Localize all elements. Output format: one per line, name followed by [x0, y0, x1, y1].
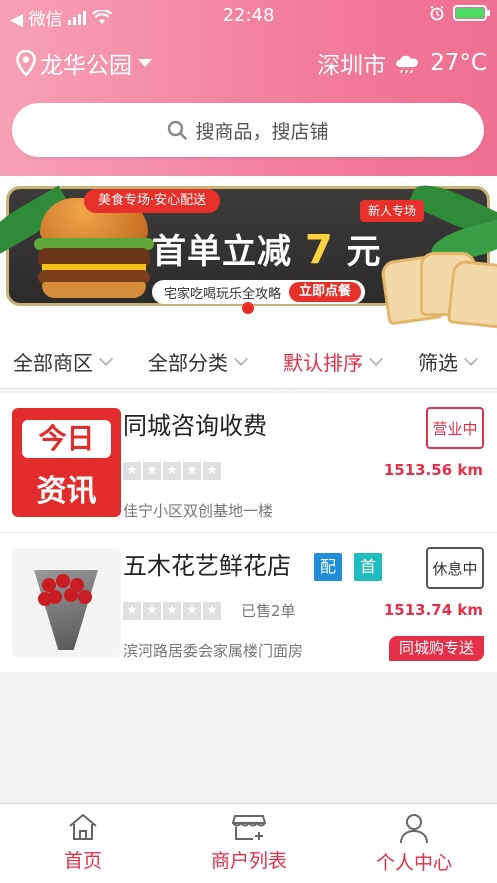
rating-stars: ★ ★ ★ ★ ★ [123, 462, 221, 480]
banner-title: 首单立减 7 元 [152, 227, 382, 273]
order-now-button[interactable]: 立即点餐 [289, 282, 362, 302]
logo-text-top: 今日 [22, 420, 111, 458]
delivery-badge: 配 [314, 553, 342, 581]
shop-card[interactable]: 五木花艺鲜花店 配 首 ★ ★ ★ ★ ★ 已售2单 1513.74 km 休息中 滨河… [0, 533, 497, 672]
chevron-down-icon [463, 351, 479, 366]
banner-tag-top: 美食专场·安心配送 [84, 189, 221, 213]
star-icon: ★ [183, 602, 201, 620]
shop-name: 五木花艺鲜花店 [123, 552, 291, 580]
chevron-down-icon [138, 59, 152, 67]
sold-count: 已售2单 [241, 602, 296, 620]
filter-screen[interactable]: 筛选 [418, 347, 479, 376]
store-icon [232, 815, 266, 840]
star-icon: ★ [203, 462, 221, 480]
first-order-badge: 首 [354, 553, 382, 581]
carousel-indicator[interactable] [242, 302, 254, 314]
user-icon [400, 814, 428, 844]
header: ◀ 微信 22:48 龙华公园 深圳市 27°C 搜商品，搜店铺 [0, 0, 497, 176]
shop-address: 滨河路居委会家属楼门面房 [123, 642, 304, 660]
status-badge: 营业中 [426, 407, 484, 449]
location-label: 龙华公园 [40, 53, 132, 79]
search-icon [168, 120, 188, 140]
tab-home[interactable]: 首页 [0, 812, 166, 873]
tab-bar: 首页 商户列表 个人中心 [0, 803, 497, 883]
shop-photo [12, 548, 121, 657]
star-icon: ★ [143, 602, 161, 620]
star-icon: ★ [183, 462, 201, 480]
tab-profile[interactable]: 个人中心 [331, 812, 497, 875]
star-icon: ★ [123, 462, 141, 480]
banner-tag-new: 新人专场 [360, 200, 425, 222]
search-placeholder: 搜商品，搜店铺 [195, 120, 329, 143]
delivery-tag: 同城购专送 [388, 636, 484, 661]
alarm-icon [430, 5, 444, 21]
chevron-down-icon [233, 351, 249, 366]
cloud-rain-icon [396, 55, 419, 74]
weather-widget: 深圳市 27°C [317, 46, 487, 80]
tab-merchant-list[interactable]: 商户列表 [166, 812, 332, 873]
shop-name: 同城咨询收费 [123, 412, 267, 440]
bread-image [446, 259, 497, 329]
filter-business-area[interactable]: 全部商区 [13, 347, 114, 376]
location-selector[interactable]: 龙华公园 [16, 46, 152, 80]
battery-icon [453, 5, 490, 21]
filter-category[interactable]: 全部分类 [148, 347, 249, 376]
burger-image [34, 198, 154, 298]
star-icon: ★ [123, 602, 141, 620]
filter-bar: 全部商区 全部分类 默认排序 筛选 [0, 331, 497, 389]
status-time: 22:48 [222, 5, 275, 26]
banner-title-unit: 元 [346, 232, 382, 272]
star-icon: ★ [203, 602, 221, 620]
status-bar: ◀ 微信 22:48 [0, 0, 497, 34]
filter-sort[interactable]: 默认排序 [283, 347, 384, 376]
shop-distance: 1513.74 km [383, 601, 483, 619]
chevron-down-icon [368, 351, 384, 366]
star-icon: ★ [143, 462, 161, 480]
home-icon [69, 814, 97, 840]
star-icon: ★ [163, 602, 181, 620]
shop-card[interactable]: 今日 资讯 同城咨询收费 ★ ★ ★ ★ ★ 1513.56 km 营业中 佳宁小区双创… [0, 393, 497, 532]
logo-text-bottom: 资讯 [36, 474, 97, 509]
rating-stars: ★ ★ ★ ★ ★ [123, 602, 221, 620]
search-input[interactable]: 搜商品，搜店铺 [12, 103, 484, 157]
banner-subtitle: 宅家吃喝玩乐全攻略 立即点餐 [152, 280, 366, 304]
banner-title-number: 7 [304, 227, 334, 273]
location-pin-icon [16, 50, 36, 76]
shop-logo: 今日 资讯 [12, 408, 121, 517]
weather-temp: 27°C [430, 50, 487, 76]
star-icon: ★ [163, 462, 181, 480]
shop-distance: 1513.56 km [383, 461, 483, 479]
weather-city: 深圳市 [317, 53, 387, 79]
status-badge: 休息中 [426, 547, 484, 589]
chevron-down-icon [98, 351, 114, 366]
shop-address: 佳宁小区双创基地一楼 [123, 502, 274, 520]
